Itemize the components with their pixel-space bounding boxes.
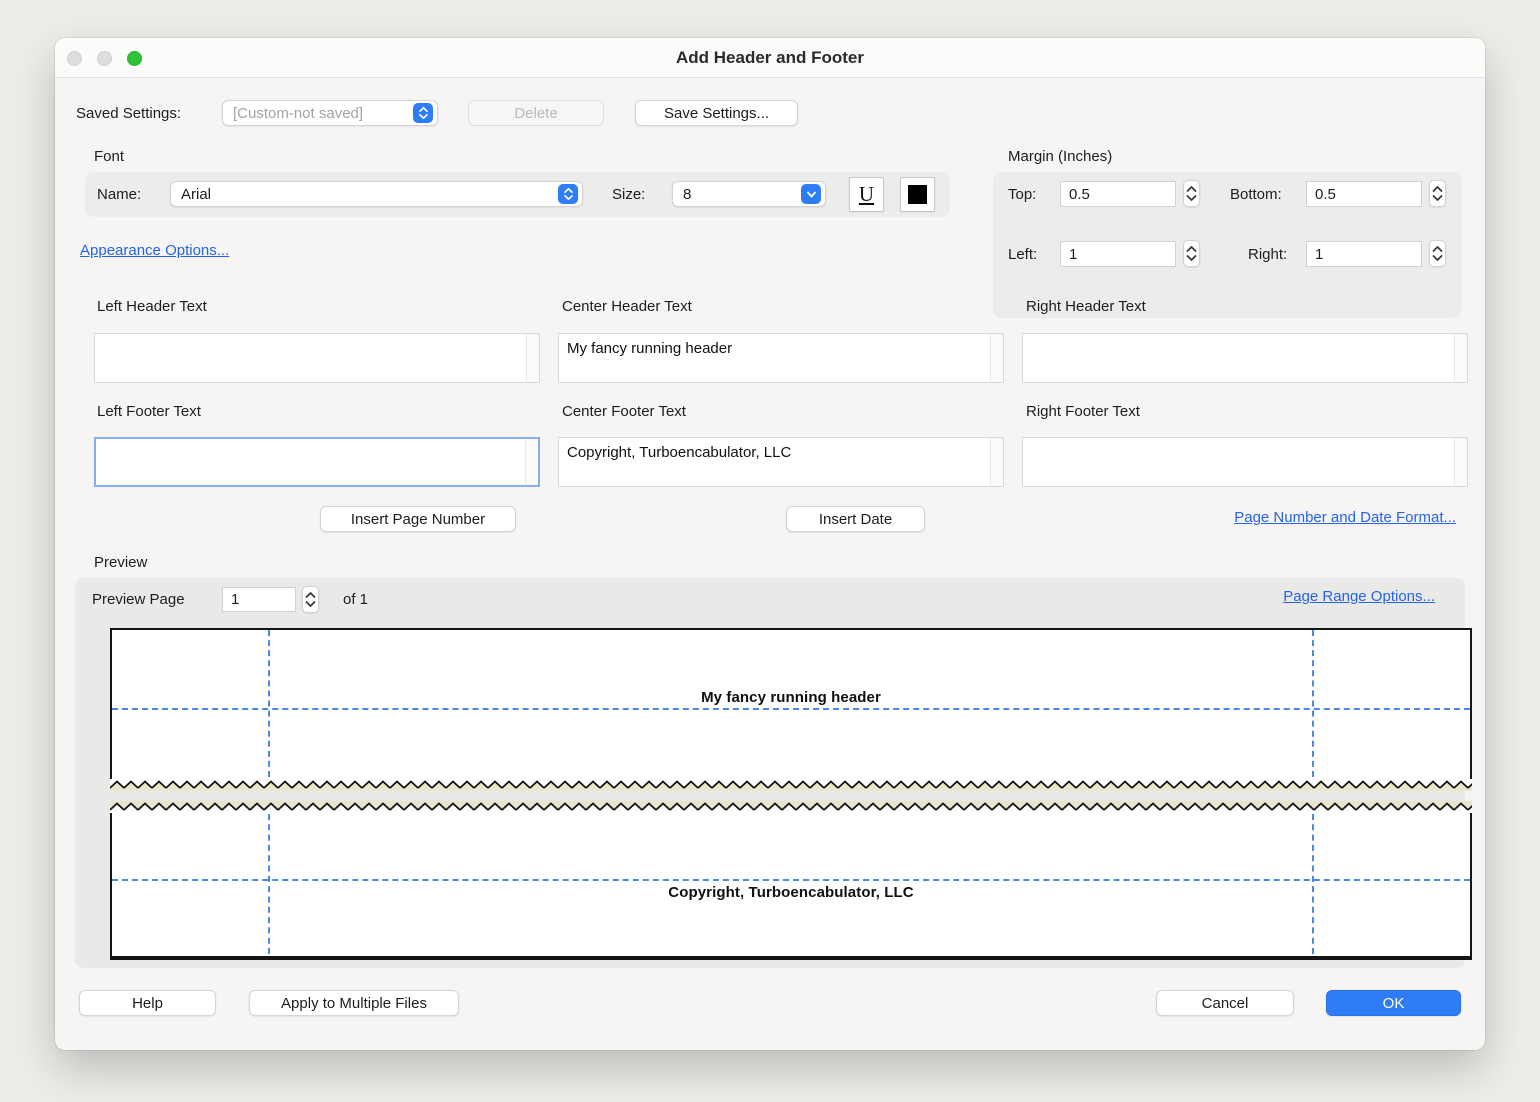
font-name-value: Arial — [181, 186, 558, 203]
scrollbar-track[interactable] — [1454, 438, 1467, 486]
margin-top-input[interactable] — [1060, 181, 1176, 207]
left-footer-label: Left Footer Text — [97, 403, 201, 420]
scrollbar-track[interactable] — [990, 438, 1003, 486]
add-header-footer-dialog: Add Header and Footer Saved Settings: [C… — [55, 38, 1485, 1050]
scrollbar-track[interactable] — [525, 439, 538, 485]
cancel-button[interactable]: Cancel — [1156, 990, 1294, 1016]
preview-page-input[interactable] — [222, 587, 296, 612]
margin-top-label: Top: — [1008, 186, 1036, 203]
preview-of-label: of 1 — [343, 591, 368, 608]
insert-date-button[interactable]: Insert Date — [786, 506, 925, 532]
preview-groupbox: Preview Page of 1 Page Range Options... … — [75, 578, 1465, 968]
margin-right-stepper[interactable] — [1429, 240, 1446, 267]
left-header-label: Left Header Text — [97, 298, 207, 315]
margin-left-stepper[interactable] — [1183, 240, 1200, 267]
font-section-label: Font — [94, 148, 124, 165]
window-title: Add Header and Footer — [676, 48, 864, 68]
preview-page-top: My fancy running header — [110, 628, 1472, 791]
center-footer-label: Center Footer Text — [562, 403, 686, 420]
scrollbar-track[interactable] — [526, 334, 539, 382]
margin-bottom-input[interactable] — [1306, 181, 1422, 207]
margin-bottom-label: Bottom: — [1230, 186, 1282, 203]
font-name-label: Name: — [97, 186, 141, 203]
right-header-label: Right Header Text — [1026, 298, 1146, 315]
window-controls — [67, 38, 142, 78]
chevron-down-icon — [801, 184, 821, 204]
right-header-textarea-wrap — [1022, 333, 1468, 383]
saved-settings-value: [Custom-not saved] — [233, 105, 413, 122]
scrollbar-track[interactable] — [990, 334, 1003, 382]
ok-button[interactable]: OK — [1326, 990, 1461, 1016]
margin-left-label: Left: — [1008, 246, 1037, 263]
preview-page-bottom: Copyright, Turboencabulator, LLC — [110, 801, 1472, 960]
margin-right-input[interactable] — [1306, 241, 1422, 267]
saved-settings-dropdown[interactable]: [Custom-not saved] — [222, 100, 438, 126]
color-swatch — [908, 185, 927, 204]
center-footer-textarea-wrap — [558, 437, 1004, 487]
left-header-textarea[interactable] — [95, 334, 526, 382]
chevron-up-down-icon — [558, 184, 578, 204]
zoom-button[interactable] — [127, 51, 142, 66]
right-footer-textarea-wrap — [1022, 437, 1468, 487]
help-button[interactable]: Help — [79, 990, 216, 1016]
footer-baseline-guide — [112, 879, 1470, 881]
margin-section-label: Margin (Inches) — [1008, 148, 1112, 165]
preview-section-label: Preview — [94, 554, 147, 571]
save-settings-button[interactable]: Save Settings... — [635, 100, 798, 126]
chevron-up-down-icon — [413, 103, 433, 123]
font-name-dropdown[interactable]: Arial — [170, 181, 583, 207]
saved-settings-label: Saved Settings: — [76, 105, 181, 122]
underline-button[interactable]: U — [849, 177, 884, 212]
font-size-dropdown[interactable]: 8 — [672, 181, 826, 207]
preview-footer-text: Copyright, Turboencabulator, LLC — [112, 884, 1470, 901]
delete-button[interactable]: Delete — [468, 100, 604, 126]
center-header-label: Center Header Text — [562, 298, 692, 315]
margin-bottom-stepper[interactable] — [1429, 180, 1446, 207]
left-footer-textarea-wrap — [94, 437, 540, 487]
appearance-options-link[interactable]: Appearance Options... — [80, 242, 229, 259]
torn-edge — [110, 779, 1472, 791]
minimize-button[interactable] — [97, 51, 112, 66]
page-number-date-format-link[interactable]: Page Number and Date Format... — [1234, 509, 1456, 526]
font-size-value: 8 — [683, 186, 801, 203]
insert-page-number-button[interactable]: Insert Page Number — [320, 506, 516, 532]
right-footer-textarea[interactable] — [1023, 438, 1454, 486]
margin-top-stepper[interactable] — [1183, 180, 1200, 207]
preview-page-stepper[interactable] — [302, 586, 319, 613]
margin-right-label: Right: — [1248, 246, 1287, 263]
titlebar: Add Header and Footer — [55, 38, 1485, 78]
torn-edge — [110, 801, 1472, 813]
preview-header-text: My fancy running header — [112, 689, 1470, 706]
right-footer-label: Right Footer Text — [1026, 403, 1140, 420]
left-header-textarea-wrap — [94, 333, 540, 383]
right-header-textarea[interactable] — [1023, 334, 1454, 382]
center-footer-textarea[interactable] — [559, 438, 990, 486]
center-header-textarea-wrap — [558, 333, 1004, 383]
apply-to-multiple-files-button[interactable]: Apply to Multiple Files — [249, 990, 459, 1016]
scrollbar-track[interactable] — [1454, 334, 1467, 382]
preview-page-label: Preview Page — [92, 591, 185, 608]
page-range-options-link[interactable]: Page Range Options... — [1283, 588, 1435, 605]
font-size-label: Size: — [612, 186, 645, 203]
header-baseline-guide — [112, 708, 1470, 710]
margin-left-input[interactable] — [1060, 241, 1176, 267]
underline-glyph: U — [859, 182, 874, 207]
font-color-button[interactable] — [900, 177, 935, 212]
close-button[interactable] — [67, 51, 82, 66]
left-footer-textarea[interactable] — [96, 439, 525, 485]
center-header-textarea[interactable] — [559, 334, 990, 382]
